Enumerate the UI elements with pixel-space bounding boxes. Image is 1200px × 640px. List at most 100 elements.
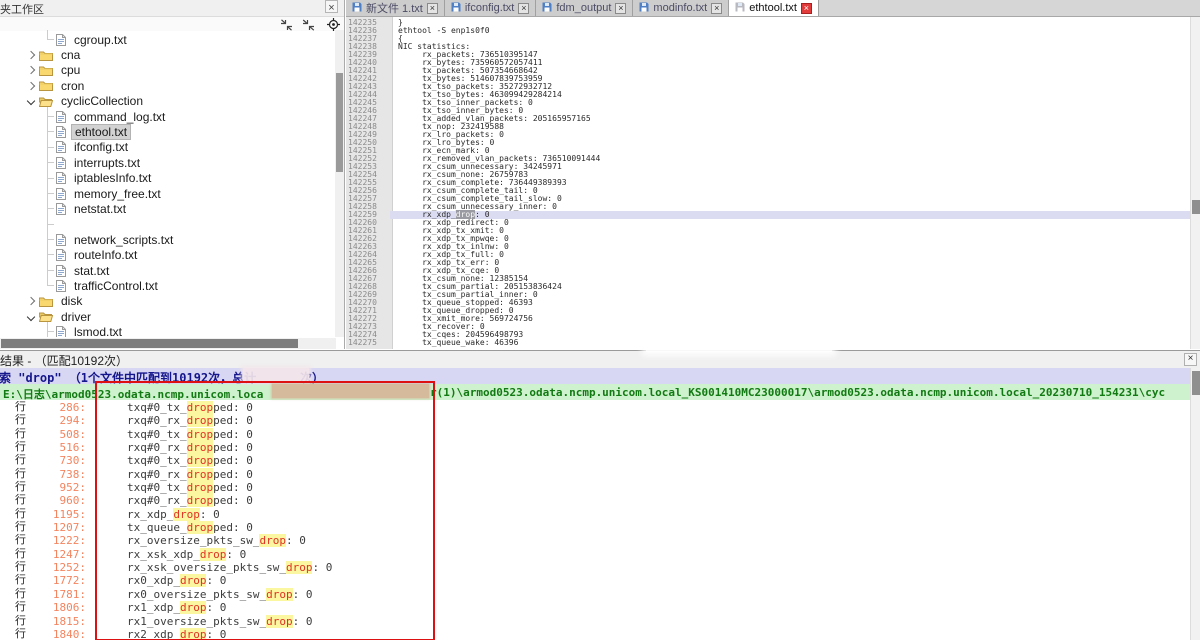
sidebar-item-network-scripts-txt[interactable]: network_scripts.txt: [0, 232, 336, 247]
sidebar-item-iptablesinfo-txt[interactable]: iptablesInfo.txt: [0, 171, 336, 186]
line-text: rx_xdp_tx_mpwqe: 0: [390, 235, 1190, 243]
chevron-right-icon[interactable]: [27, 297, 35, 305]
editor-vertical-scrollbar[interactable]: [1190, 17, 1200, 349]
close-icon[interactable]: ×: [325, 0, 338, 13]
result-row-line-286[interactable]: 行286:txq#0_tx_dropped: 0: [0, 401, 1190, 414]
sidebar-item-netstat-txt[interactable]: netstat.txt: [0, 201, 336, 216]
result-row-line-516[interactable]: 行516:rxq#0_rx_dropped: 0: [0, 441, 1190, 454]
file-icon: [56, 111, 66, 123]
sidebar-item-interrupts-txt[interactable]: interrupts.txt: [0, 155, 336, 170]
scrollbar-thumb[interactable]: [336, 73, 343, 172]
result-row-line-1815[interactable]: 行1815:rx1_oversize_pkts_sw_drop: 0: [0, 615, 1190, 628]
sidebar-item-driver[interactable]: driver: [0, 309, 336, 324]
line-word-label: 行: [15, 521, 29, 534]
sidebar-item-cgroup-txt[interactable]: cgroup.txt: [0, 32, 336, 47]
sidebar-item-cna[interactable]: cna: [0, 47, 336, 62]
sidebar-item-lsmod-txt[interactable]: lsmod.txt: [0, 324, 336, 337]
tree-item-label: lsmod.txt: [71, 325, 125, 337]
file-icon: [56, 172, 66, 184]
chevron-down-icon[interactable]: [27, 97, 35, 105]
result-line-number: 738:: [29, 468, 86, 481]
result-line-text: txq#0_tx_dropped: 0: [127, 454, 253, 467]
close-icon[interactable]: ×: [427, 3, 438, 14]
result-line-text: rxq#0_rx_dropped: 0: [127, 441, 253, 454]
result-line-number: 1781:: [29, 588, 86, 601]
editor-line[interactable]: 142237{: [346, 35, 1190, 43]
sidebar-item-routeinfo-txt[interactable]: routeInfo.txt: [0, 247, 336, 262]
result-row-line-960[interactable]: 行960:rxq#0_rx_dropped: 0: [0, 494, 1190, 507]
result-row-line-1840[interactable]: 行1840:rx2_xdp_drop: 0: [0, 628, 1190, 640]
folder-icon: [39, 296, 53, 307]
tab-label: ifconfig.txt: [465, 2, 515, 14]
search-summary-suffix: 次）: [300, 369, 324, 384]
sidebar-item-disk[interactable]: disk: [0, 294, 336, 309]
sidebar-item-cpu[interactable]: cpu: [0, 63, 336, 78]
search-file-path-row[interactable]: E:\日志\armod0523.odata.ncmp.unicom.loca r…: [0, 384, 1190, 400]
close-icon[interactable]: ×: [518, 3, 529, 14]
chevron-right-icon[interactable]: [27, 51, 35, 59]
result-row-line-1781[interactable]: 行1781:rx0_oversize_pkts_sw_drop: 0: [0, 588, 1190, 601]
chevron-right-icon[interactable]: [27, 66, 35, 74]
line-text: tx_xmit_more: 569724756: [390, 315, 1190, 323]
file-icon: [56, 249, 66, 261]
line-text: tx_queue_wake: 46396: [390, 339, 1190, 347]
close-icon[interactable]: ×: [711, 3, 722, 14]
tab-fdm-output[interactable]: fdm_output×: [536, 0, 633, 16]
result-row-line-1247[interactable]: 行1247:rx_xsk_xdp_drop: 0: [0, 548, 1190, 561]
result-line-number: 1195:: [29, 508, 86, 521]
chevron-right-icon[interactable]: [27, 82, 35, 90]
result-row-line-730[interactable]: 行730:txq#0_tx_dropped: 0: [0, 454, 1190, 467]
sidebar-item-cron[interactable]: cron: [0, 78, 336, 93]
tab--1-txt[interactable]: 新文件 1.txt ×: [346, 0, 445, 16]
results-list: 行286:txq#0_tx_dropped: 0行294:rxq#0_rx_dr…: [0, 401, 1190, 640]
sidebar-item-memory-free-txt[interactable]: memory_free.txt: [0, 186, 336, 201]
tab-ifconfig-txt[interactable]: ifconfig.txt×: [445, 0, 537, 16]
editor-text-area[interactable]: 142235}142236ethtool -S enp1s0f0142237{1…: [346, 17, 1190, 349]
result-row-line-1806[interactable]: 行1806:rx1_xdp_drop: 0: [0, 601, 1190, 614]
search-summary-row[interactable]: 搜索 "drop" （1个文件中匹配到10192次，总计 次）: [0, 368, 1190, 384]
sidebar-item-cycliccollection[interactable]: cyclicCollection: [0, 94, 336, 109]
close-icon[interactable]: ×: [615, 3, 626, 14]
result-row-line-738[interactable]: 行738:rxq#0_rx_dropped: 0: [0, 468, 1190, 481]
result-row-line-1222[interactable]: 行1222:rx_oversize_pkts_sw_drop: 0: [0, 534, 1190, 547]
result-row-line-508[interactable]: 行508:txq#0_tx_dropped: 0: [0, 428, 1190, 441]
result-row-line-952[interactable]: 行952:txq#0_tx_dropped: 0: [0, 481, 1190, 494]
result-row-line-1207[interactable]: 行1207:tx_queue_dropped: 0: [0, 521, 1190, 534]
tab-ethtool-txt[interactable]: ethtool.txt ×: [729, 0, 819, 16]
editor-tabbar: 新文件 1.txt×ifconfig.txt×fdm_output×modinf…: [346, 0, 1200, 17]
folder-icon: [39, 50, 53, 61]
sidebar-item-trafficcontrol-txt[interactable]: trafficControl.txt: [0, 278, 336, 293]
chevron-down-icon[interactable]: [27, 312, 35, 320]
result-row-line-1772[interactable]: 行1772:rx0_xdp_drop: 0: [0, 574, 1190, 587]
editor-panel: 新文件 1.txt×ifconfig.txt×fdm_output×modinf…: [346, 0, 1200, 349]
sidebar-item-ethtool-txt[interactable]: ethtool.txt: [0, 124, 336, 139]
result-line-number: 1252:: [29, 561, 86, 574]
tree-vertical-scrollbar[interactable]: [335, 30, 344, 337]
scrollbar-thumb[interactable]: [1, 339, 298, 348]
tab-modinfo-txt[interactable]: modinfo.txt×: [633, 0, 729, 16]
close-icon[interactable]: ×: [1184, 353, 1197, 366]
scrollbar-thumb[interactable]: [1192, 200, 1200, 214]
editor-line[interactable]: 142275 tx_queue_wake: 46396: [346, 339, 1190, 347]
line-text: rx_xdp_tx_inlnw: 0: [390, 243, 1190, 251]
tree-horizontal-scrollbar[interactable]: [0, 338, 336, 349]
match-highlight: drop: [187, 468, 214, 481]
result-row-line-1195[interactable]: 行1195:rx_xdp_drop: 0: [0, 508, 1190, 521]
save-state-icon: [639, 2, 649, 15]
close-icon[interactable]: ×: [801, 3, 812, 14]
result-row-line-1252[interactable]: 行1252:rx_xsk_oversize_pkts_sw_drop: 0: [0, 561, 1190, 574]
result-line-text: rx1_oversize_pkts_sw_drop: 0: [127, 615, 312, 628]
sidebar-item-ifconfig-txt[interactable]: ifconfig.txt: [0, 140, 336, 155]
file-icon: [56, 141, 66, 153]
sidebar-item-command-log-txt[interactable]: command_log.txt: [0, 109, 336, 124]
result-line-number: 1840:: [29, 628, 86, 640]
file-icon: [56, 157, 66, 169]
sidebar-item-stat-txt[interactable]: stat.txt: [0, 263, 336, 278]
result-line-number: 1772:: [29, 574, 86, 587]
results-vertical-scrollbar[interactable]: [1190, 368, 1200, 640]
tab-label: 新文件 1.txt: [366, 0, 423, 16]
scrollbar-thumb[interactable]: [1192, 371, 1200, 395]
tab-label: ethtool.txt: [749, 2, 797, 14]
result-row-line-294[interactable]: 行294:rxq#0_rx_dropped: 0: [0, 414, 1190, 427]
editor-line[interactable]: 142236ethtool -S enp1s0f0: [346, 27, 1190, 35]
